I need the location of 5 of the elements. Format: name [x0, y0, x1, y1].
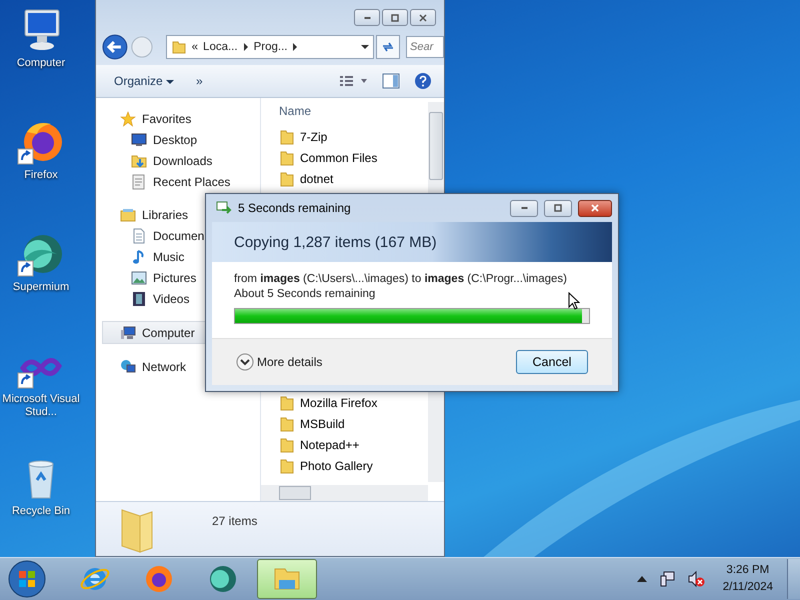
copy-source-destination: from images (C:\Users\...\images) to images (C:\Progr...\images) — [234, 272, 567, 287]
item-count: 27 items — [212, 514, 258, 528]
dialog-title: 5 Seconds remaining — [238, 201, 351, 215]
time-remaining: About 5 Seconds remaining — [234, 287, 376, 302]
copy-heading: Copying 1,287 items (167 MB) — [233, 234, 437, 250]
